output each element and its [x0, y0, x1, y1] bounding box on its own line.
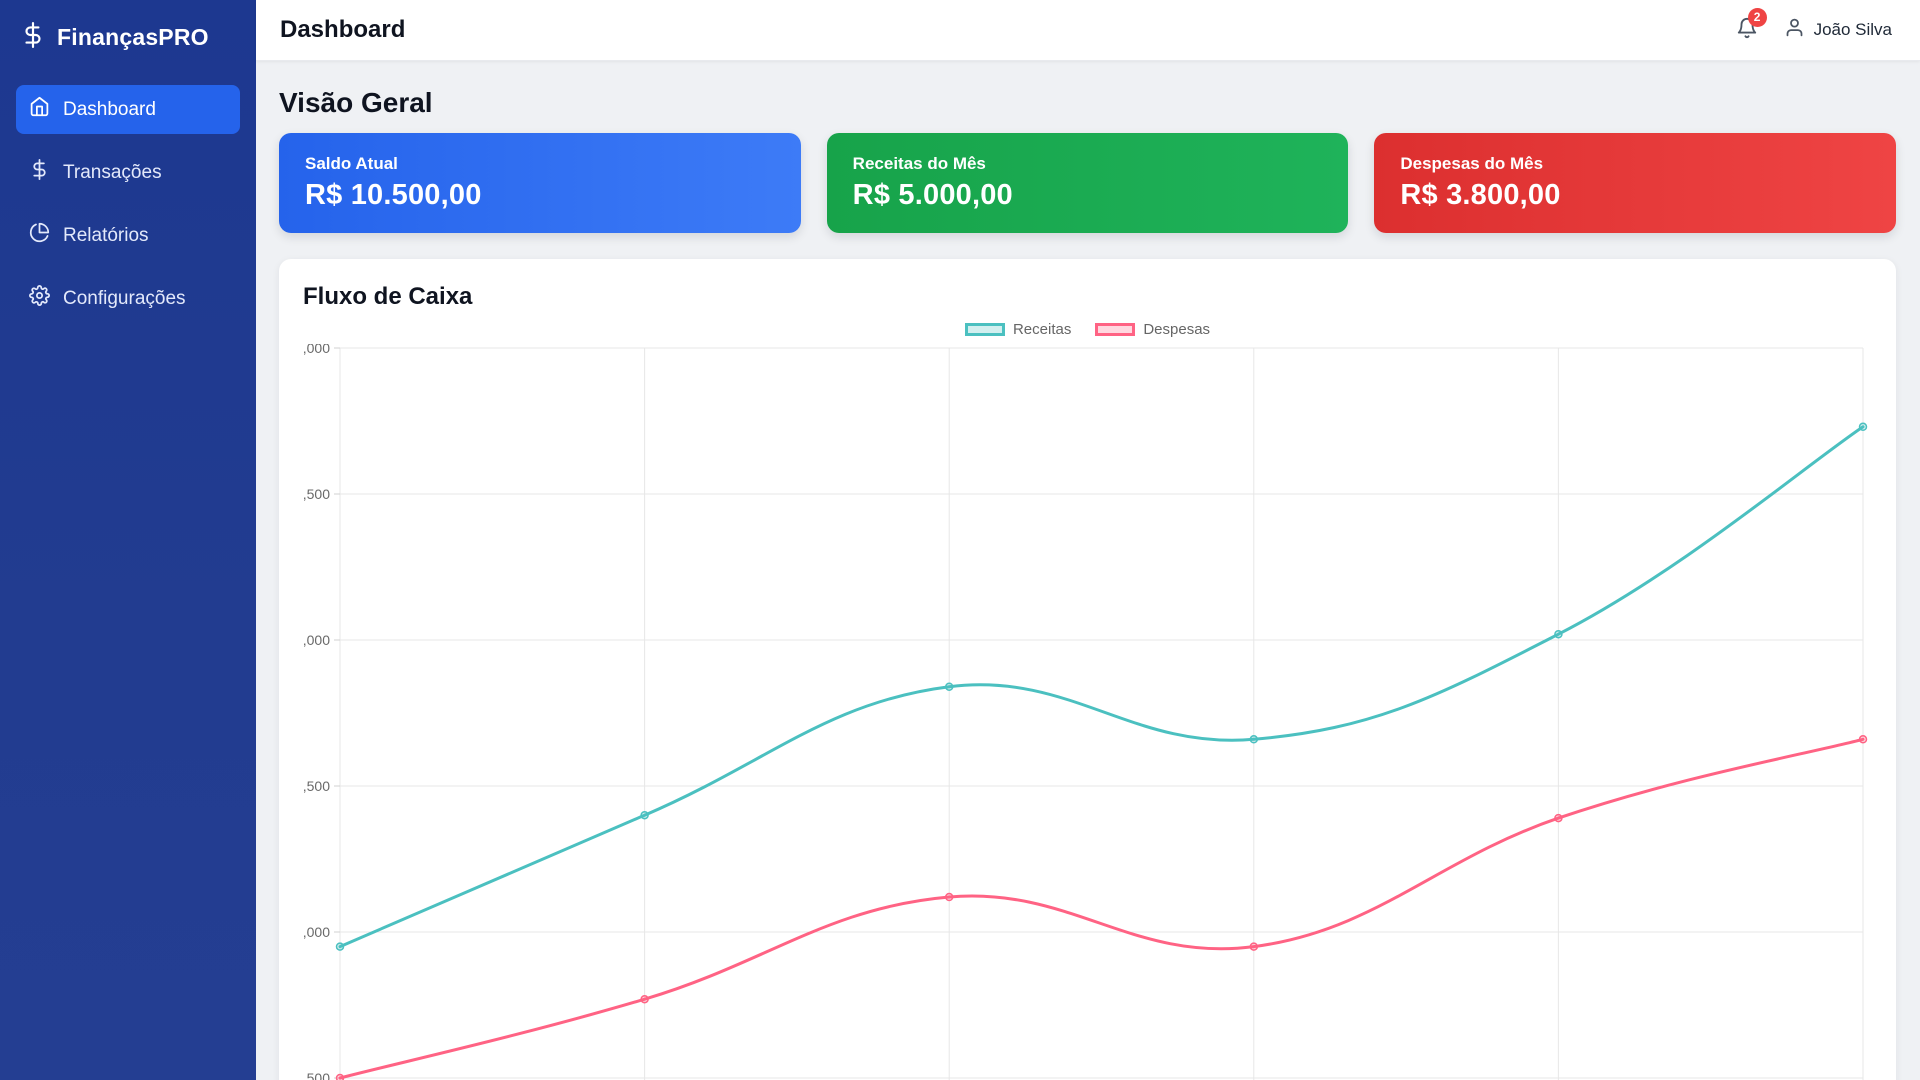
nav-label: Transações — [63, 161, 162, 183]
notification-badge: 2 — [1747, 7, 1767, 27]
sidebar-nav: Dashboard Transações Relatórios Configur… — [16, 85, 240, 323]
home-icon — [29, 96, 50, 123]
stat-label: Despesas do Mês — [1400, 154, 1544, 173]
notifications-button[interactable]: 2 — [1736, 7, 1767, 44]
stat-card-saldo-atual: Saldo Atual R$ 10.500,00 — [279, 133, 801, 233]
chart-legend: Receitas Despesas — [303, 321, 1872, 338]
stat-label: Receitas do Mês — [852, 154, 986, 173]
stat-card-despesas: Despesas do Mês R$ 3.800,00 — [1374, 133, 1897, 233]
stat-card-receitas: Receitas do Mês R$ 5.000,00 — [826, 133, 1349, 233]
legend-item-receitas[interactable]: Receitas — [964, 321, 1072, 338]
legend-swatch-despesas — [1095, 323, 1136, 336]
sidebar-item-dashboard[interactable]: Dashboard — [16, 85, 240, 134]
sidebar-item-transacoes[interactable]: Transações — [16, 148, 240, 197]
svg-text:5,000: 5,000 — [303, 344, 330, 356]
legend-label: Despesas — [1143, 321, 1211, 338]
stat-value: R$ 3.800,00 — [1400, 179, 1561, 211]
stat-label: Saldo Atual — [305, 154, 398, 173]
page-title: Dashboard — [280, 16, 406, 43]
svg-text:3,000: 3,000 — [303, 924, 330, 940]
stat-value: R$ 10.500,00 — [305, 179, 482, 211]
pie-chart-icon — [29, 222, 50, 249]
user-icon — [1784, 17, 1805, 43]
nav-label: Configurações — [63, 287, 186, 309]
sidebar-item-relatorios[interactable]: Relatórios — [16, 211, 240, 260]
app-name: FinançasPRO — [57, 24, 209, 50]
svg-text:4,000: 4,000 — [303, 632, 330, 648]
user-name: João Silva — [1813, 20, 1892, 39]
gear-icon — [29, 285, 50, 312]
svg-text:4,500: 4,500 — [303, 486, 330, 502]
main-content: Visão Geral Saldo Atual R$ 10.500,00 Rec… — [256, 61, 1920, 1080]
user-menu[interactable]: João Silva — [1784, 17, 1892, 43]
sidebar: FinançasPRO Dashboard Transações Relatór… — [0, 0, 256, 1080]
app-logo: FinançasPRO — [16, 16, 240, 55]
svg-text:3,500: 3,500 — [303, 778, 330, 794]
main-column: Dashboard 2 João Silva Visão Geral Saldo… — [256, 0, 1920, 1080]
legend-swatch-receitas — [964, 323, 1005, 336]
chart-title: Fluxo de Caixa — [303, 283, 473, 310]
chart-card: Fluxo de Caixa Receitas Despesas 5,000 4,… — [279, 259, 1896, 1080]
dollar-icon — [29, 159, 50, 186]
sidebar-item-configuracoes[interactable]: Configurações — [16, 274, 240, 323]
header-actions: 2 João Silva — [1736, 7, 1892, 44]
section-title: Visão Geral — [279, 87, 433, 118]
nav-label: Dashboard — [63, 98, 156, 120]
legend-item-despesas[interactable]: Despesas — [1095, 321, 1210, 338]
app-root: FinançasPRO Dashboard Transações Relatór… — [0, 0, 1920, 1080]
stat-cards: Saldo Atual R$ 10.500,00 Receitas do Mês… — [279, 133, 1897, 233]
svg-text:2,500: 2,500 — [303, 1070, 330, 1080]
dollar-logo-icon — [20, 22, 46, 53]
stat-value: R$ 5.000,00 — [852, 179, 1013, 211]
legend-label: Receitas — [1012, 321, 1072, 338]
top-header: Dashboard 2 João Silva — [256, 0, 1920, 61]
line-chart: 5,000 4,500 4,000 3,500 3,000 2,500 — [303, 344, 1868, 1080]
nav-label: Relatórios — [63, 224, 149, 246]
